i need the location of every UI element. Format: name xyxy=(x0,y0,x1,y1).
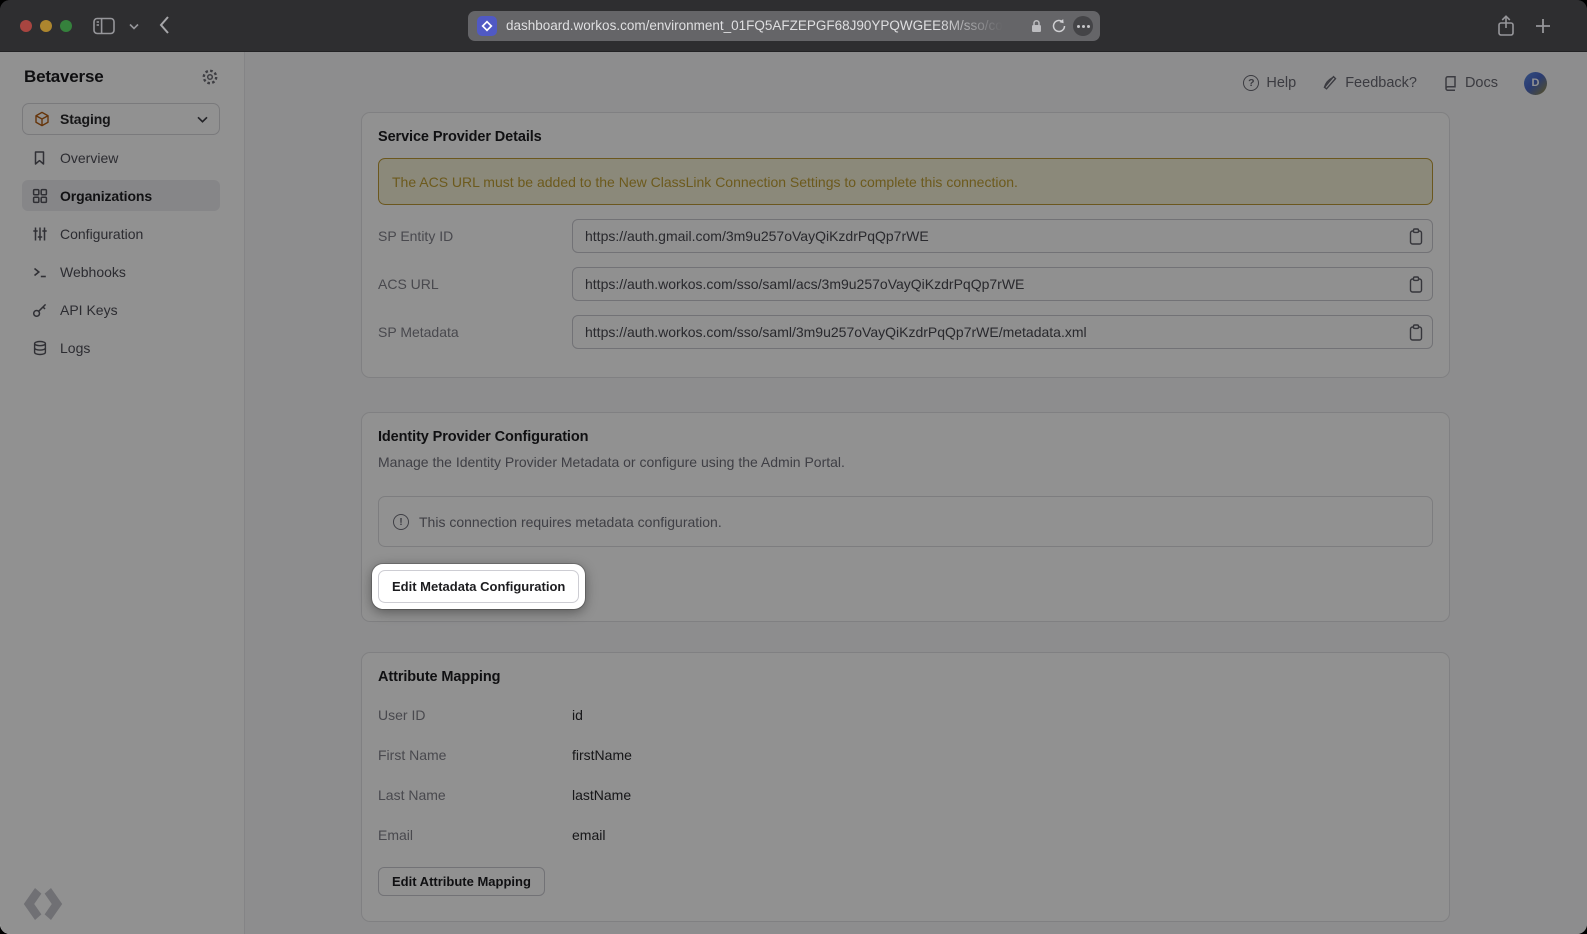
chevron-down-icon[interactable] xyxy=(129,23,139,30)
workos-favicon xyxy=(477,16,497,36)
url-fade xyxy=(938,11,1030,41)
dim-overlay xyxy=(0,52,1587,934)
more-icon[interactable] xyxy=(1073,16,1093,36)
minimize-window-button[interactable] xyxy=(40,20,52,32)
share-icon[interactable] xyxy=(1496,14,1516,38)
reload-icon[interactable] xyxy=(1051,18,1067,34)
close-window-button[interactable] xyxy=(20,20,32,32)
sidebar-toggle-icon[interactable] xyxy=(93,17,115,35)
url-bar[interactable]: dashboard.workos.com/environment_01FQ5AF… xyxy=(468,11,1100,41)
browser-chrome: dashboard.workos.com/environment_01FQ5AF… xyxy=(0,0,1587,52)
spotlight-ring: Edit Metadata Configuration xyxy=(372,564,585,609)
lock-icon xyxy=(1031,19,1042,33)
browser-window: dashboard.workos.com/environment_01FQ5AF… xyxy=(0,0,1587,934)
new-tab-icon[interactable] xyxy=(1535,18,1551,34)
edit-metadata-configuration-button[interactable]: Edit Metadata Configuration xyxy=(378,570,579,603)
page-content: Betaverse Staging Overview xyxy=(0,52,1587,934)
back-icon[interactable] xyxy=(158,15,170,35)
zoom-window-button[interactable] xyxy=(60,20,72,32)
